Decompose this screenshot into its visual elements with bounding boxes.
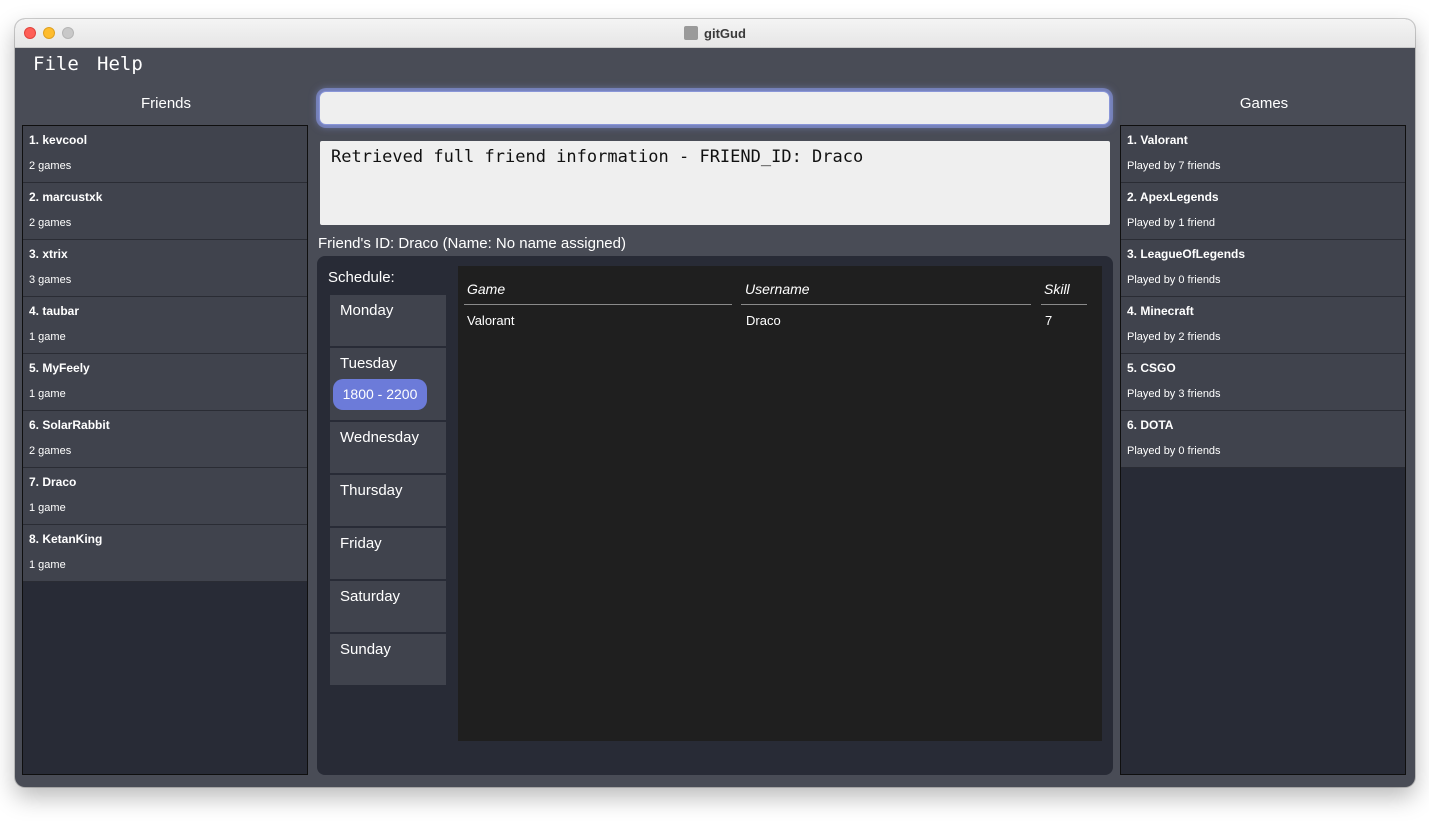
game-card[interactable]: 3. LeagueOfLegends Played by 0 friends bbox=[1121, 240, 1405, 297]
game-name: 5. CSGO bbox=[1127, 361, 1176, 375]
cell-skill: 7 bbox=[1045, 313, 1053, 328]
friend-name: 8. KetanKing bbox=[29, 532, 103, 546]
header-divider bbox=[464, 304, 732, 305]
column-header-skill[interactable]: Skill bbox=[1044, 281, 1070, 297]
friend-card[interactable]: 8. KetanKing 1 game bbox=[23, 525, 307, 582]
friend-name: 5. MyFeely bbox=[29, 361, 90, 375]
time-slot-badge: 1800 - 2200 bbox=[333, 379, 427, 410]
schedule-list: Monday Tuesday 1800 - 2200 Wednesday Thu… bbox=[330, 295, 446, 687]
friend-id-label: Friend's ID: Draco (Name: No name assign… bbox=[318, 235, 626, 252]
friend-name: 4. taubar bbox=[29, 304, 80, 318]
day-name: Tuesday bbox=[340, 355, 397, 372]
header-divider bbox=[1041, 304, 1087, 305]
friend-card[interactable]: 5. MyFeely 1 game bbox=[23, 354, 307, 411]
game-name: 3. LeagueOfLegends bbox=[1127, 247, 1246, 261]
game-card[interactable]: 2. ApexLegends Played by 1 friend bbox=[1121, 183, 1405, 240]
game-card[interactable]: 5. CSGO Played by 3 friends bbox=[1121, 354, 1405, 411]
friend-game-count: 2 games bbox=[29, 160, 72, 172]
day-tuesday: Tuesday 1800 - 2200 bbox=[330, 348, 446, 420]
game-player-count: Played by 7 friends bbox=[1127, 160, 1221, 172]
friend-card[interactable]: 6. SolarRabbit 2 games bbox=[23, 411, 307, 468]
games-header: Games bbox=[1239, 95, 1289, 112]
menu-help[interactable]: Help bbox=[97, 53, 143, 75]
command-box[interactable] bbox=[319, 91, 1110, 125]
day-thursday: Thursday bbox=[330, 475, 446, 526]
result-message: Retrieved full friend information - FRIE… bbox=[331, 147, 864, 167]
friend-card[interactable]: 2. marcustxk 2 games bbox=[23, 183, 307, 240]
window-title: gitGud bbox=[704, 25, 746, 41]
games-table[interactable]: Game Username Skill Valorant Draco 7 bbox=[458, 266, 1102, 741]
friend-name: 3. xtrix bbox=[29, 247, 68, 261]
cell-username: Draco bbox=[746, 313, 781, 328]
column-header-username[interactable]: Username bbox=[745, 281, 810, 297]
game-card[interactable]: 4. Minecraft Played by 2 friends bbox=[1121, 297, 1405, 354]
game-card[interactable]: 1. Valorant Played by 7 friends bbox=[1121, 126, 1405, 183]
day-saturday: Saturday bbox=[330, 581, 446, 632]
game-name: 2. ApexLegends bbox=[1127, 190, 1219, 204]
friend-card[interactable]: 1. kevcool 2 games bbox=[23, 126, 307, 183]
menu-bar: File Help bbox=[15, 48, 1415, 84]
header-divider bbox=[741, 304, 1031, 305]
day-name: Thursday bbox=[340, 482, 403, 499]
friend-card[interactable]: 3. xtrix 3 games bbox=[23, 240, 307, 297]
app-icon bbox=[684, 26, 699, 40]
friend-game-count: 1 game bbox=[29, 388, 66, 400]
friend-card[interactable]: 7. Draco 1 game bbox=[23, 468, 307, 525]
friend-game-count: 2 games bbox=[29, 217, 72, 229]
game-name: 4. Minecraft bbox=[1127, 304, 1194, 318]
friends-list[interactable]: 1. kevcool 2 games 2. marcustxk 2 games … bbox=[22, 125, 308, 775]
game-card[interactable]: 6. DOTA Played by 0 friends bbox=[1121, 411, 1405, 468]
schedule-label: Schedule: bbox=[328, 269, 395, 286]
friend-game-count: 3 games bbox=[29, 274, 72, 286]
column-header-game[interactable]: Game bbox=[467, 281, 505, 297]
window-title-group: gitGud bbox=[15, 19, 1415, 47]
friend-name: 6. SolarRabbit bbox=[29, 418, 110, 432]
friend-name: 7. Draco bbox=[29, 475, 77, 489]
day-name: Saturday bbox=[340, 588, 401, 605]
day-friday: Friday bbox=[330, 528, 446, 579]
app-window: gitGud File Help Friends 1. kevcool 2 ga… bbox=[15, 19, 1415, 787]
game-player-count: Played by 0 friends bbox=[1127, 445, 1221, 457]
day-sunday: Sunday bbox=[330, 634, 446, 685]
friend-game-count: 1 game bbox=[29, 559, 66, 571]
day-name: Sunday bbox=[340, 641, 391, 658]
day-name: Wednesday bbox=[340, 429, 419, 446]
result-display: Retrieved full friend information - FRIE… bbox=[320, 141, 1110, 225]
friend-name: 1. kevcool bbox=[29, 133, 88, 147]
friend-game-count: 2 games bbox=[29, 445, 72, 457]
day-wednesday: Wednesday bbox=[330, 422, 446, 473]
friend-game-count: 1 game bbox=[29, 502, 66, 514]
day-monday: Monday bbox=[330, 295, 446, 346]
game-name: 6. DOTA bbox=[1127, 418, 1174, 432]
day-name: Friday bbox=[340, 535, 382, 552]
friend-game-count: 1 game bbox=[29, 331, 66, 343]
game-player-count: Played by 3 friends bbox=[1127, 388, 1221, 400]
game-player-count: Played by 2 friends bbox=[1127, 331, 1221, 343]
friends-header: Friends bbox=[140, 95, 192, 112]
day-name: Monday bbox=[340, 302, 394, 319]
game-player-count: Played by 0 friends bbox=[1127, 274, 1221, 286]
games-list[interactable]: 1. Valorant Played by 7 friends 2. ApexL… bbox=[1120, 125, 1406, 775]
game-player-count: Played by 1 friend bbox=[1127, 217, 1216, 229]
cell-game: Valorant bbox=[467, 313, 515, 328]
command-input[interactable] bbox=[320, 92, 1109, 124]
friend-name: 2. marcustxk bbox=[29, 190, 103, 204]
friend-card[interactable]: 4. taubar 1 game bbox=[23, 297, 307, 354]
friend-detail-panel: Schedule: Monday Tuesday 1800 - 2200 Wed… bbox=[317, 256, 1113, 775]
menu-file[interactable]: File bbox=[33, 53, 79, 75]
title-bar: gitGud bbox=[15, 19, 1415, 48]
game-name: 1. Valorant bbox=[1127, 133, 1188, 147]
